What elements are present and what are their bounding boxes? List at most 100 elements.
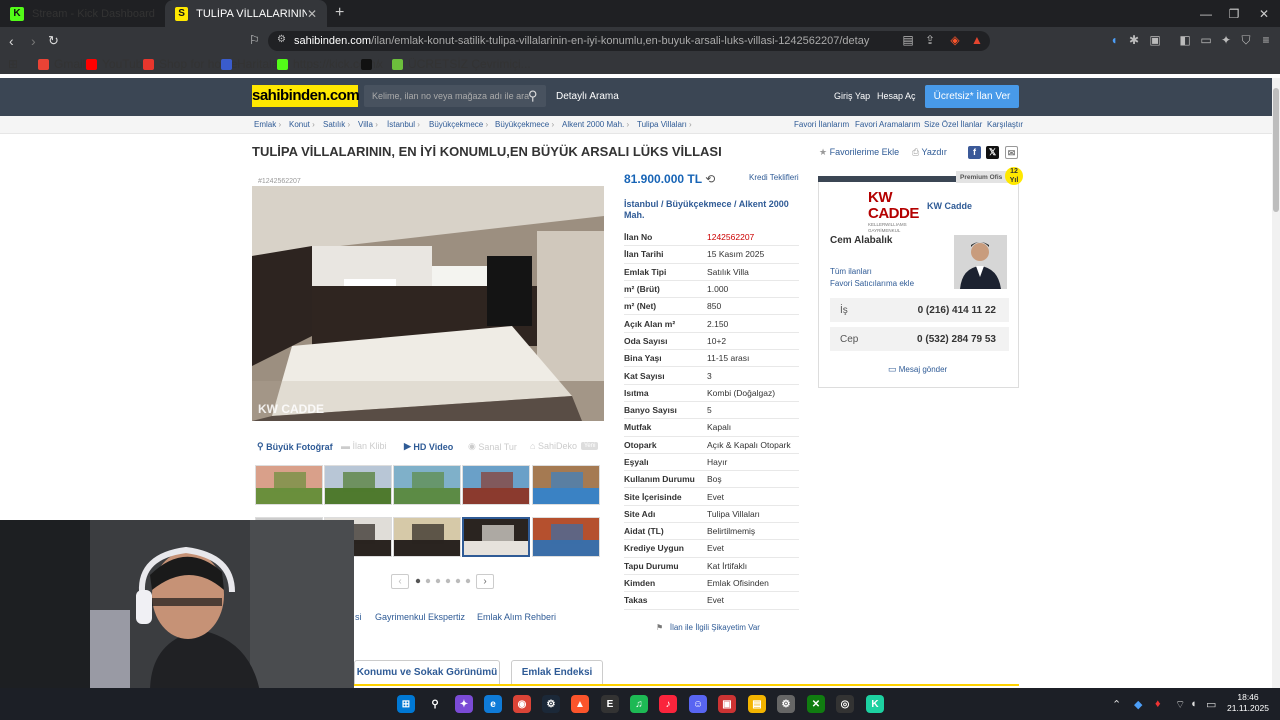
windows-start-icon[interactable]: ⊞ <box>397 695 415 713</box>
large-photo-button[interactable]: ⚲ Büyük Fotoğraf <box>257 441 333 452</box>
volume-icon[interactable]: ◖ <box>1190 698 1197 710</box>
sidebar-icon[interactable]: ◧ <box>1178 33 1192 47</box>
detailed-search-link[interactable]: Detaylı Arama <box>556 91 619 102</box>
photo-thumbnail[interactable] <box>462 465 530 505</box>
close-window-icon[interactable]: ✕ <box>1248 0 1280 27</box>
reload-icon[interactable]: ↻ <box>48 33 59 49</box>
search-input[interactable]: Kelime, ilan no veya mağaza adı ile ara <box>364 85 546 107</box>
breadcrumb-item[interactable]: Tulipa Villaları <box>637 120 692 129</box>
account-link[interactable]: Karşılaştır <box>987 120 1023 129</box>
bookmark-icon[interactable]: ⚐ <box>249 33 260 47</box>
phone-number[interactable]: 0 (216) 414 11 22 <box>918 305 996 316</box>
wallet-icon[interactable]: ▭ <box>1199 33 1213 47</box>
forward-icon[interactable]: › <box>31 33 36 49</box>
account-link[interactable]: Favori İlanlarım <box>794 120 849 129</box>
breadcrumb-item[interactable]: Büyükçekmece <box>495 120 554 129</box>
kick-studio-icon[interactable]: K <box>866 695 884 713</box>
breadcrumb-item[interactable]: Büyükçekmece <box>429 120 488 129</box>
breadcrumb-item[interactable]: Emlak <box>254 120 281 129</box>
maximize-icon[interactable]: ❐ <box>1218 0 1250 27</box>
file-explorer-icon[interactable]: ▤ <box>748 695 766 713</box>
breadcrumb-item[interactable]: Konut <box>289 120 315 129</box>
tab-kick-dashboard[interactable]: K Stream - Kick Dashboard <box>0 0 165 27</box>
search-taskbar-icon[interactable]: ⚲ <box>426 695 444 713</box>
photo-thumbnail[interactable] <box>462 517 530 557</box>
bookmark-item[interactable]: ÜCRETSİZ Çevrimiçi... <box>392 57 531 71</box>
photo-thumbnail[interactable] <box>532 517 600 557</box>
facebook-icon[interactable]: f <box>968 146 981 159</box>
print-link[interactable]: ⎙ Yazdır <box>912 147 947 158</box>
capture-app-icon[interactable]: ▣ <box>718 695 736 713</box>
bookmark-item[interactable]: YouTube <box>86 57 149 71</box>
add-favorite-link[interactable]: ★ Favorilerime Ekle <box>819 147 899 158</box>
app-icon[interactable]: ◎ <box>836 695 854 713</box>
photo-thumbnail[interactable] <box>324 465 392 505</box>
copilot-icon[interactable]: ✦ <box>455 695 473 713</box>
mail-share-icon[interactable]: ✉ <box>1005 146 1018 159</box>
music-icon[interactable]: ♪ <box>659 695 677 713</box>
account-link[interactable]: Size Özel İlanlar <box>924 120 982 129</box>
next-photos-icon[interactable]: › <box>476 574 494 589</box>
sahideko-button[interactable]: ⌂ SahiDeko Yeni <box>530 441 599 451</box>
buying-guide-link[interactable]: Emlak Alım Rehberi <box>477 612 556 622</box>
phone-number[interactable]: 0 (532) 284 79 53 <box>917 334 996 345</box>
wifi-icon[interactable]: ⌔ <box>1175 698 1185 712</box>
menu-icon[interactable]: ≡ <box>1259 33 1273 47</box>
apps-grid-icon[interactable]: ⊞ <box>8 57 18 71</box>
clock[interactable]: 18:46 21.11.2025 <box>1223 692 1273 714</box>
leo-icon[interactable]: ▣ <box>1148 33 1162 47</box>
tab-listing[interactable]: S TULİPA VİLLALARININ, EN İYİ KO ✕ <box>165 0 327 27</box>
tab-real-estate-index[interactable]: Emlak Endeksi <box>511 660 603 685</box>
breadcrumb-item[interactable]: Villa <box>358 120 378 129</box>
reader-icon[interactable]: ▤ <box>901 33 915 47</box>
bookmark-item[interactable]: Gmail <box>38 57 85 71</box>
tab-location-street-view[interactable]: Konumu ve Sokak Görünümü <box>354 660 500 685</box>
post-listing-button[interactable]: Ücretsiz* İlan Ver <box>925 85 1019 108</box>
breadcrumb-item[interactable]: Alkent 2000 Mah. <box>562 120 629 129</box>
location-link[interactable]: İstanbul / Büyükçekmece / Alkent 2000 Ma… <box>624 199 799 221</box>
settings-icon[interactable]: ⚙ <box>777 695 795 713</box>
extensions-icon[interactable]: ✱ <box>1127 33 1141 47</box>
spotify-icon[interactable]: ♫ <box>630 695 648 713</box>
virtual-tour-button[interactable]: ◉ Sanal Tur <box>468 441 517 452</box>
loan-offers-link[interactable]: Kredi Teklifleri <box>749 173 799 182</box>
bookmark-item[interactable]: Haritalar <box>221 57 282 71</box>
login-link[interactable]: Giriş Yap <box>834 91 870 101</box>
speaker-icon[interactable]: ◖ <box>1107 33 1121 47</box>
add-favorite-seller-link[interactable]: Favori Satıcılarıma ekle <box>830 279 914 288</box>
photo-thumbnail[interactable] <box>532 465 600 505</box>
register-link[interactable]: Hesap Aç <box>877 91 916 101</box>
vpn-icon[interactable]: ⛉ <box>1239 33 1253 47</box>
all-listings-link[interactable]: Tüm ilanları <box>830 267 872 276</box>
brave-rewards-icon[interactable]: ▲ <box>970 33 984 47</box>
steam-icon[interactable]: ⚙ <box>542 695 560 713</box>
main-photo[interactable]: KW CADDE <box>252 186 604 421</box>
xbox-icon[interactable]: ✕ <box>807 695 825 713</box>
url-bar[interactable]: ⚙ sahibinden.com/ilan/emlak-konut-satili… <box>268 31 990 51</box>
close-tab-icon[interactable]: ✕ <box>307 7 317 21</box>
price-history-icon[interactable]: ⟲ <box>705 172 715 186</box>
microphone-icon[interactable]: ♦ <box>1155 698 1161 710</box>
breadcrumb-item[interactable]: Satılık <box>323 120 350 129</box>
site-logo[interactable]: sahibinden.com <box>252 85 360 107</box>
account-link[interactable]: Favori Aramalarım <box>855 120 920 129</box>
appraisal-link[interactable]: Gayrimenkul Ekspertiz <box>375 612 465 622</box>
epic-games-icon[interactable]: E <box>601 695 619 713</box>
ai-icon[interactable]: ✦ <box>1219 33 1233 47</box>
tray-overflow-icon[interactable]: ⌃ <box>1112 698 1121 711</box>
brave-shields-icon[interactable]: ◈ <box>948 33 962 47</box>
search-icon[interactable]: ⚲ <box>528 88 538 104</box>
back-icon[interactable]: ‹ <box>9 33 14 49</box>
x-share-icon[interactable]: 𝕏 <box>986 146 999 159</box>
photo-thumbnail[interactable] <box>255 465 323 505</box>
chrome-icon[interactable]: ◉ <box>513 695 531 713</box>
brave-icon[interactable]: ▲ <box>571 695 589 713</box>
photo-thumbnail[interactable] <box>393 465 461 505</box>
send-message-link[interactable]: ▭ Mesaj gönder <box>888 364 947 375</box>
share-icon[interactable]: ⇪ <box>923 33 937 47</box>
bookmark-item[interactable]: x <box>361 57 383 71</box>
video-clip-button[interactable]: ▬ İlan Klibi <box>341 441 387 451</box>
photo-thumbnail[interactable] <box>393 517 461 557</box>
tray-app-icon[interactable]: ◆ <box>1134 698 1142 711</box>
scrollbar-thumb[interactable] <box>1273 88 1279 212</box>
